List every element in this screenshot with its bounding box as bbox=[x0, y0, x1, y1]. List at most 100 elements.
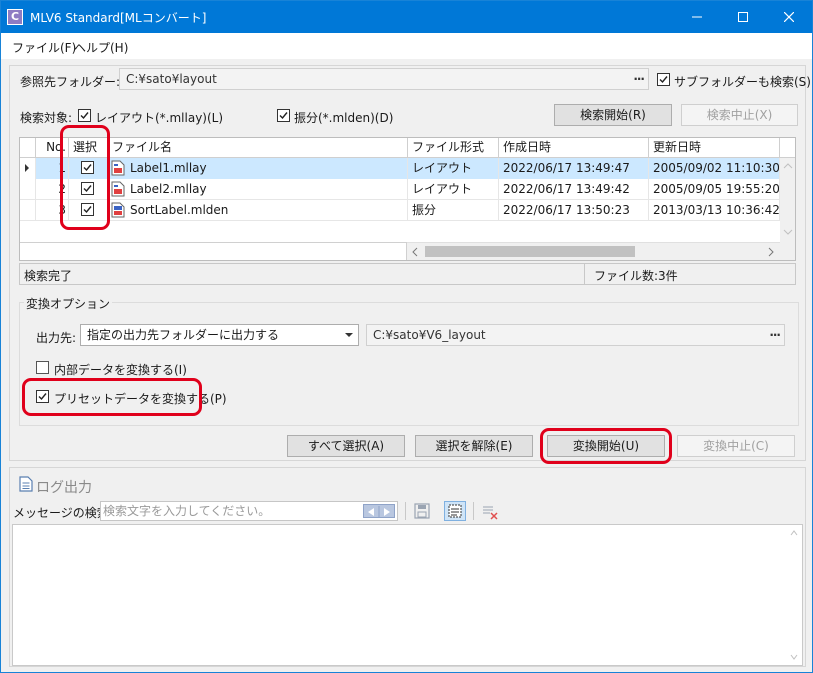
app-icon: C bbox=[7, 9, 23, 25]
file-grid: No. 選択 ファイル名 ファイル形式 作成日時 更新日時 1 Label1.m… bbox=[19, 137, 796, 261]
window-title: MLV6 Standard[MLコンバート] bbox=[30, 11, 207, 25]
preset-data-checkbox[interactable] bbox=[36, 390, 49, 403]
scroll-down-icon[interactable] bbox=[788, 651, 800, 663]
column-created[interactable]: 作成日時 bbox=[499, 138, 649, 158]
row-updated: 2013/03/13 10:36:42 bbox=[649, 200, 780, 221]
column-updated[interactable]: 更新日時 bbox=[649, 138, 780, 158]
row-no: 3 bbox=[36, 200, 69, 221]
reference-folder-label: 参照先フォルダー: bbox=[20, 75, 121, 89]
scroll-down-icon[interactable] bbox=[780, 226, 796, 238]
filename-text: Label2.mllay bbox=[130, 182, 207, 196]
scroll-up-icon[interactable] bbox=[788, 527, 800, 539]
column-filetype[interactable]: ファイル形式 bbox=[408, 138, 499, 158]
status-divider bbox=[584, 264, 585, 284]
column-select[interactable]: 選択 bbox=[69, 138, 108, 158]
prev-next-icon[interactable] bbox=[364, 506, 394, 518]
file-count: ファイル数:3件 bbox=[594, 269, 678, 283]
status-bar: 検索完了 ファイル数:3件 bbox=[19, 263, 796, 285]
search-target-label: 検索対象: bbox=[20, 111, 73, 125]
row-filetype: レイアウト bbox=[408, 158, 499, 179]
search-nav-buttons[interactable] bbox=[363, 504, 395, 518]
row-filename: Label2.mllay bbox=[108, 179, 408, 200]
row-no: 1 bbox=[36, 158, 69, 179]
maximize-button[interactable] bbox=[720, 1, 766, 33]
message-search-label: メッセージの検索: bbox=[13, 506, 113, 520]
reference-folder-path: C:¥sato¥layout bbox=[126, 72, 217, 86]
close-icon bbox=[784, 12, 794, 22]
toolbar-divider bbox=[473, 502, 474, 520]
output-select[interactable]: 指定の出力先フォルダーに出力する bbox=[80, 324, 359, 346]
output-label: 出力先: bbox=[36, 331, 77, 345]
convert-options-title: 変換オプション bbox=[24, 295, 113, 312]
reference-folder-field[interactable]: C:¥sato¥layout ··· bbox=[119, 68, 649, 90]
minimize-button[interactable] bbox=[674, 1, 720, 33]
subfolder-label: サブフォルダーも検索(S) bbox=[674, 75, 811, 89]
column-no[interactable]: No. bbox=[36, 138, 69, 158]
grid-vertical-scrollbar[interactable] bbox=[780, 158, 796, 260]
filename-text: Label1.mllay bbox=[130, 161, 207, 175]
row-select-checkbox[interactable] bbox=[81, 182, 94, 195]
internal-data-label: 内部データを変換する(I) bbox=[54, 363, 187, 377]
maximize-icon bbox=[738, 12, 748, 22]
log-output-area[interactable] bbox=[12, 524, 803, 666]
convert-options-group: 出力先: 指定の出力先フォルダーに出力する C:¥sato¥V6_layout … bbox=[19, 302, 799, 426]
search-start-button[interactable]: 検索開始(R) bbox=[554, 104, 672, 126]
column-filename[interactable]: ファイル名 bbox=[108, 138, 408, 158]
fuwake-checkbox[interactable] bbox=[277, 109, 290, 122]
search-panel: 参照先フォルダー: C:¥sato¥layout ··· サブフォルダーも検索(… bbox=[9, 65, 811, 464]
convert-start-button[interactable]: 変換開始(U) bbox=[547, 435, 665, 457]
output-path-field[interactable]: C:¥sato¥V6_layout ··· bbox=[366, 324, 785, 346]
preset-data-label: プリセットデータを変換する(P) bbox=[54, 392, 227, 406]
auto-scroll-toggle[interactable] bbox=[444, 501, 466, 521]
row-filename: SortLabel.mlden bbox=[108, 200, 408, 221]
convert-stop-button[interactable]: 変換中止(C) bbox=[677, 435, 795, 457]
check-icon bbox=[83, 185, 92, 193]
scroll-right-icon[interactable] bbox=[765, 244, 777, 260]
menu-file[interactable]: ファイル(F) bbox=[12, 39, 76, 56]
title-bar[interactable]: C MLV6 Standard[MLコンバート] bbox=[1, 1, 812, 33]
deselect-button[interactable]: 選択を解除(E) bbox=[415, 435, 533, 457]
auto-scroll-icon bbox=[448, 504, 462, 518]
row-no: 2 bbox=[36, 179, 69, 200]
table-row[interactable]: 2 Label2.mllay レイアウト 2022/06/17 13:49:42… bbox=[20, 179, 795, 200]
fuwake-label: 振分(*.mlden)(D) bbox=[294, 111, 394, 125]
layout-file-icon bbox=[111, 160, 125, 176]
row-updated: 2005/09/05 19:55:20 bbox=[649, 179, 780, 200]
scroll-up-icon[interactable] bbox=[780, 160, 796, 172]
scroll-thumb[interactable] bbox=[425, 246, 635, 257]
row-select-cell bbox=[69, 158, 108, 179]
row-updated: 2005/09/02 11:10:30 bbox=[649, 158, 780, 179]
close-button[interactable] bbox=[766, 1, 812, 33]
message-search-input[interactable]: 検索文字を入力してください。 bbox=[100, 501, 398, 521]
search-stop-button[interactable]: 検索中止(X) bbox=[681, 104, 798, 126]
table-row[interactable]: 3 SortLabel.mlden 振分 2022/06/17 13:50:23… bbox=[20, 200, 795, 221]
grid-footer-cell bbox=[20, 242, 407, 260]
grid-header: No. 選択 ファイル名 ファイル形式 作成日時 更新日時 bbox=[20, 138, 795, 158]
browse-reference-button[interactable]: ··· bbox=[633, 69, 645, 89]
log-title: ログ出力 bbox=[36, 480, 92, 496]
check-icon bbox=[80, 112, 89, 120]
layout-checkbox[interactable] bbox=[78, 109, 91, 122]
toolbar-divider bbox=[405, 502, 406, 520]
row-created: 2022/06/17 13:50:23 bbox=[499, 200, 649, 221]
internal-data-checkbox[interactable] bbox=[36, 361, 49, 374]
grid-horizontal-scrollbar[interactable] bbox=[407, 242, 780, 260]
check-icon bbox=[659, 76, 668, 84]
select-all-button[interactable]: すべて選択(A) bbox=[287, 435, 405, 457]
log-panel: ログ出力 メッセージの検索: 検索文字を入力してください。 bbox=[9, 467, 806, 667]
menu-help[interactable]: ヘルプ(H) bbox=[74, 39, 128, 56]
menu-bar: ファイル(F) ヘルプ(H) bbox=[1, 33, 812, 59]
layout-label: レイアウト(*.mllay)(L) bbox=[95, 111, 224, 125]
row-select-checkbox[interactable] bbox=[81, 161, 94, 174]
sort-file-icon bbox=[111, 202, 125, 218]
browse-output-button[interactable]: ··· bbox=[769, 325, 781, 345]
chevron-down-icon bbox=[345, 333, 353, 337]
clear-log-icon[interactable] bbox=[482, 504, 498, 520]
row-select-checkbox[interactable] bbox=[81, 203, 94, 216]
save-icon[interactable] bbox=[414, 503, 430, 519]
message-search-placeholder: 検索文字を入力してください。 bbox=[103, 504, 271, 518]
subfolder-checkbox[interactable] bbox=[657, 73, 670, 86]
row-select-cell bbox=[69, 179, 108, 200]
table-row[interactable]: 1 Label1.mllay レイアウト 2022/06/17 13:49:47… bbox=[20, 158, 795, 179]
scroll-left-icon[interactable] bbox=[409, 244, 421, 260]
